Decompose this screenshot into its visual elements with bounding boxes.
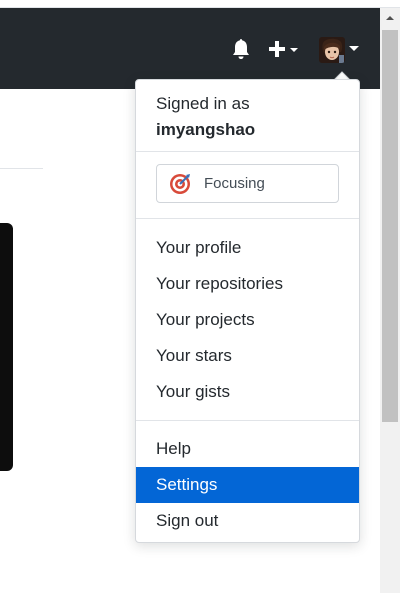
scroll-up-arrow-icon[interactable]	[380, 8, 400, 28]
menu-item-your-projects[interactable]: Your projects	[136, 302, 359, 338]
content-divider	[0, 168, 43, 169]
signed-in-header: Signed in as imyangshao	[136, 80, 359, 152]
page-scrollbar[interactable]	[380, 8, 400, 593]
menu-divider	[136, 420, 359, 421]
menu-divider	[136, 218, 359, 219]
menu-divider	[136, 151, 359, 152]
browser-top-edge	[0, 0, 400, 8]
username: imyangshao	[156, 120, 256, 139]
menu-item-help[interactable]: Help	[136, 431, 359, 467]
menu-item-sign-out[interactable]: Sign out	[136, 503, 359, 539]
target-emoji-icon	[170, 174, 190, 194]
signed-in-label: Signed in as	[156, 94, 250, 113]
user-menu-button[interactable]	[318, 36, 362, 64]
menu-item-your-gists[interactable]: Your gists	[136, 374, 359, 410]
scrollbar-thumb[interactable]	[382, 30, 398, 422]
bell-icon[interactable]	[231, 38, 251, 60]
avatar[interactable]	[319, 37, 345, 63]
menu-item-settings[interactable]: Settings	[136, 467, 359, 503]
status-label: Focusing	[204, 175, 265, 192]
menu-item-your-stars[interactable]: Your stars	[136, 338, 359, 374]
menu-item-your-profile[interactable]: Your profile	[136, 230, 359, 266]
menu-item-your-repositories[interactable]: Your repositories	[136, 266, 359, 302]
caret-down-icon	[349, 46, 359, 51]
dark-content-panel	[0, 223, 13, 471]
set-status-button[interactable]: Focusing	[156, 164, 339, 203]
plus-icon	[269, 41, 298, 57]
create-new-button[interactable]	[267, 39, 301, 59]
user-dropdown-menu: Signed in as imyangshao Focusing Your pr…	[135, 79, 360, 543]
